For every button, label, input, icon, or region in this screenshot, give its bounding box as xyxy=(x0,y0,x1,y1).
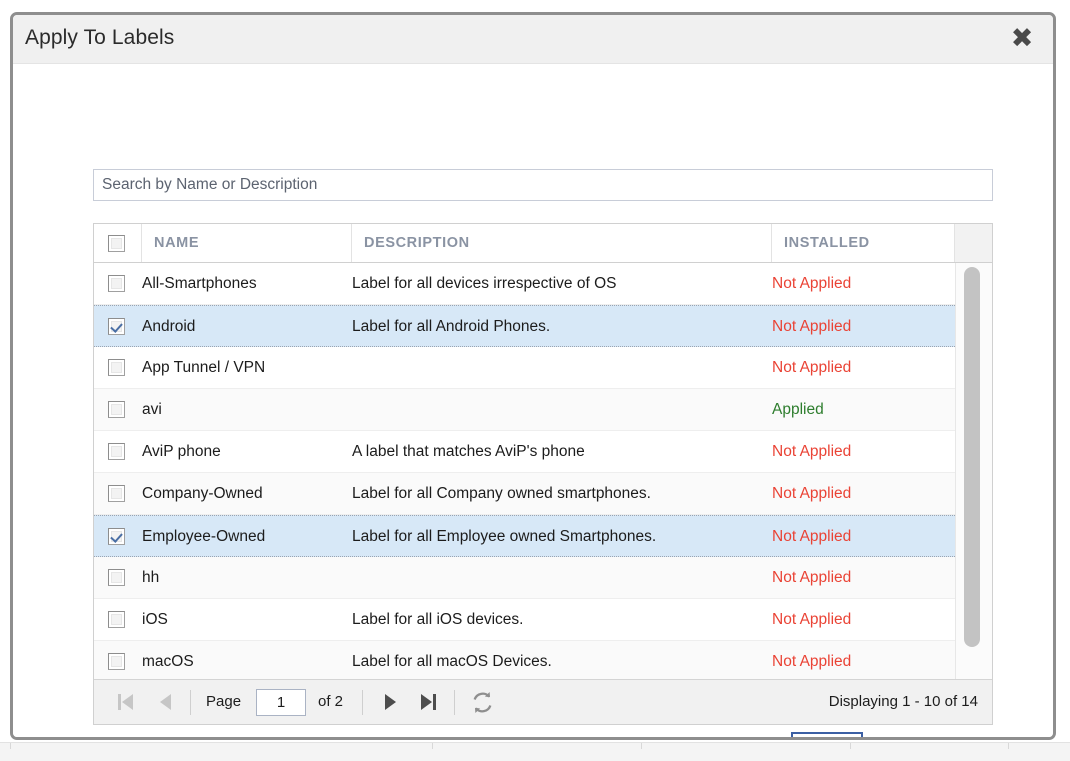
grid-header-row: NAME DESCRIPTION INSTALLED xyxy=(94,224,992,263)
table-row[interactable]: macOS Label for all macOS Devices. Not App… xyxy=(94,641,955,679)
row-checkbox[interactable] xyxy=(108,611,125,628)
last-page-icon[interactable] xyxy=(415,688,444,717)
pager-display-text: Displaying 1 - 10 of 14 xyxy=(828,693,978,710)
cell-description: Label for all Android Phones. xyxy=(352,318,551,335)
row-checkbox[interactable] xyxy=(108,318,125,335)
cell-installed-status: Not Applied xyxy=(772,359,852,376)
page-number-input[interactable] xyxy=(256,689,306,716)
grid-scroll-area: All-Smartphones Label for all devices irr… xyxy=(94,263,992,679)
first-page-icon[interactable] xyxy=(112,688,141,717)
cell-description xyxy=(352,347,772,388)
cell-name: macOS xyxy=(142,653,194,670)
table-row[interactable]: iOS Label for all iOS devices. Not Applied xyxy=(94,599,955,641)
background-tick xyxy=(10,743,11,749)
cell-description: A label that matches AviP's phone xyxy=(352,443,585,460)
cell-name: Company-Owned xyxy=(142,485,263,502)
cell-name: All-Smartphones xyxy=(142,275,257,292)
table-row[interactable]: hh Not Applied xyxy=(94,557,955,599)
apply-to-labels-dialog: Apply To Labels ✖ NAME DESCRIPTION INSTA… xyxy=(10,12,1056,740)
grid-pager-toolbar: Page of 2 xyxy=(94,679,992,724)
next-page-icon[interactable] xyxy=(376,688,405,717)
dialog-header: Apply To Labels ✖ xyxy=(13,15,1053,64)
grid-rows: All-Smartphones Label for all devices irr… xyxy=(94,263,955,679)
grid-vertical-scrollbar[interactable] xyxy=(955,263,992,679)
labels-grid: NAME DESCRIPTION INSTALLED All-Smartphon… xyxy=(93,223,993,725)
cell-name: hh xyxy=(142,569,160,586)
table-row[interactable]: Android Label for all Android Phones. Not … xyxy=(94,305,955,347)
cell-installed-status: Not Applied xyxy=(772,318,852,335)
cell-name: AviP phone xyxy=(142,443,221,460)
scrollbar-thumb[interactable] xyxy=(964,267,980,647)
search-input[interactable] xyxy=(93,169,993,201)
column-header-name[interactable]: NAME xyxy=(142,224,352,262)
cell-installed-status: Not Applied xyxy=(772,611,852,628)
cell-description: Label for all Company owned smartphones. xyxy=(352,485,651,502)
row-checkbox[interactable] xyxy=(108,401,125,418)
cell-installed-status: Not Applied xyxy=(772,275,852,292)
cell-name: Employee-Owned xyxy=(142,528,266,545)
cell-description: Label for all Employee owned Smartphones… xyxy=(352,528,657,545)
pager-divider xyxy=(362,690,363,715)
cell-installed-status: Not Applied xyxy=(772,528,852,545)
table-row[interactable]: avi Applied xyxy=(94,389,955,431)
cell-installed-status: Not Applied xyxy=(772,443,852,460)
background-tick xyxy=(1008,743,1009,749)
row-checkbox[interactable] xyxy=(108,359,125,376)
close-icon[interactable]: ✖ xyxy=(1005,22,1039,56)
row-checkbox[interactable] xyxy=(108,653,125,670)
page-label: Page xyxy=(206,693,242,710)
cell-description: Label for all macOS Devices. xyxy=(352,653,552,670)
column-header-installed[interactable]: INSTALLED xyxy=(772,224,955,262)
column-header-description[interactable]: DESCRIPTION xyxy=(352,224,772,262)
table-row[interactable]: Employee-Owned Label for all Employee own… xyxy=(94,515,955,557)
cell-description: Label for all iOS devices. xyxy=(352,611,524,628)
background-page-band xyxy=(0,742,1070,761)
table-row[interactable]: AviP phone A label that matches AviP's ph… xyxy=(94,431,955,473)
background-tick xyxy=(432,743,433,749)
apply-button[interactable]: Apply xyxy=(970,737,1056,740)
background-tick xyxy=(850,743,851,749)
total-pages-label: of 2 xyxy=(318,693,344,710)
pager-divider xyxy=(454,690,455,715)
row-checkbox[interactable] xyxy=(108,528,125,545)
previous-page-icon[interactable] xyxy=(151,688,180,717)
column-header-filler xyxy=(955,224,992,262)
cell-installed-status: Not Applied xyxy=(772,485,852,502)
cell-name: Android xyxy=(142,318,196,335)
table-row[interactable]: Company-Owned Label for all Company owned… xyxy=(94,473,955,515)
pager-divider xyxy=(190,690,191,715)
row-checkbox[interactable] xyxy=(108,443,125,460)
cell-name: App Tunnel / VPN xyxy=(142,359,266,376)
cell-name: iOS xyxy=(142,611,168,628)
step-annotation: 8. xyxy=(791,732,863,737)
dialog-body: NAME DESCRIPTION INSTALLED All-Smartphon… xyxy=(13,64,1056,740)
row-checkbox[interactable] xyxy=(108,485,125,502)
refresh-icon[interactable] xyxy=(468,688,497,717)
cell-name: avi xyxy=(142,401,162,418)
page-title: Apply To Labels xyxy=(25,26,175,49)
table-row[interactable]: All-Smartphones Label for all devices irr… xyxy=(94,263,955,305)
cell-installed-status: Applied xyxy=(772,401,824,418)
cell-installed-status: Not Applied xyxy=(772,653,852,670)
cell-description xyxy=(352,557,772,598)
row-checkbox[interactable] xyxy=(108,275,125,292)
cell-installed-status: Not Applied xyxy=(772,569,852,586)
background-tick xyxy=(641,743,642,749)
cell-description xyxy=(352,389,772,430)
select-all-checkbox[interactable] xyxy=(108,235,125,252)
select-all-header-cell[interactable] xyxy=(94,224,142,262)
row-checkbox[interactable] xyxy=(108,569,125,586)
cell-description: Label for all devices irrespective of OS xyxy=(352,275,617,292)
table-row[interactable]: App Tunnel / VPN Not Applied xyxy=(94,347,955,389)
